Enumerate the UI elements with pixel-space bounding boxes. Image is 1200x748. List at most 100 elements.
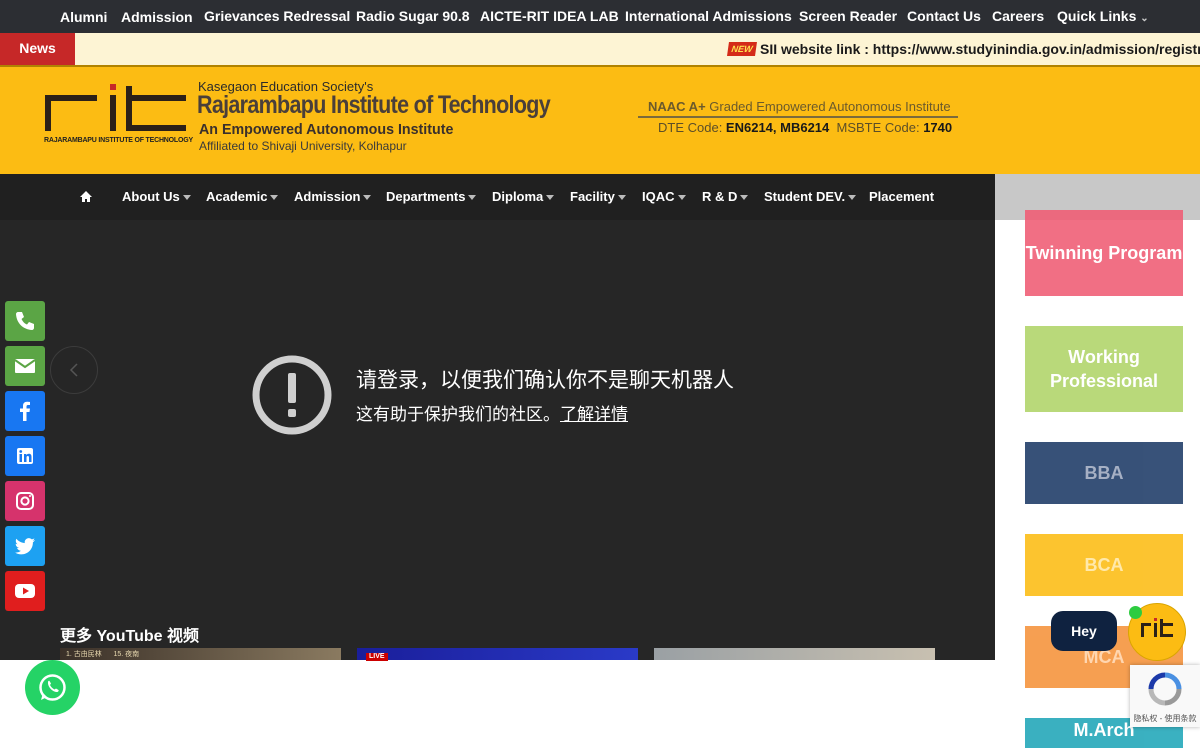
facebook-button[interactable] (5, 391, 45, 431)
whatsapp-button[interactable] (25, 660, 80, 715)
quick-links-label: Quick Links (1057, 8, 1137, 24)
nav-label: Student DEV. (764, 189, 846, 204)
home-icon[interactable] (80, 191, 92, 203)
nav-label: Diploma (492, 189, 544, 204)
top-link-screen-reader[interactable]: Screen Reader (799, 8, 897, 24)
caret-down-icon (468, 195, 477, 201)
twitter-icon (14, 538, 35, 555)
email-button[interactable] (5, 346, 45, 386)
recaptcha-icon (1148, 672, 1182, 706)
naac-rest: Graded Empowered Autonomous Institute (705, 99, 951, 114)
alert-icon (252, 355, 332, 435)
naac-strong: NAAC A+ (648, 99, 706, 114)
institute-tagline: An Empowered Autonomous Institute (199, 121, 454, 138)
site-header: RAJARAMBAPU INSTITUTE OF TECHNOLOGY Kase… (0, 65, 1200, 174)
caret-down-icon (617, 195, 626, 201)
caret-down-icon (740, 195, 749, 201)
live-badge: LIVE (366, 653, 388, 661)
caret-down-icon (270, 195, 279, 201)
top-link-admission[interactable]: Admission (121, 9, 193, 25)
online-status-dot (1129, 606, 1142, 619)
institute-name: Rajarambapu Institute of Technology (197, 91, 551, 119)
nav-student-dev[interactable]: Student DEV. (764, 189, 857, 204)
phone-icon (16, 312, 34, 330)
top-bar: Alumni Admission Grievances Redressal Ra… (0, 0, 1200, 33)
main-nav: About Us Academic Admission Departments … (0, 174, 995, 220)
nav-diploma[interactable]: Diploma (492, 189, 555, 204)
nav-facility[interactable]: Facility (570, 189, 626, 204)
linkedin-icon (17, 448, 33, 464)
caret-down-icon (677, 195, 686, 201)
video-thumbnail[interactable] (654, 648, 935, 660)
program-card-twinning[interactable]: Twinning Program (1025, 210, 1183, 296)
phone-button[interactable] (5, 301, 45, 341)
recaptcha-badge[interactable]: 隐私权 - 使用条款 (1130, 665, 1200, 727)
recaptcha-terms[interactable]: 隐私权 - 使用条款 (1132, 713, 1198, 724)
divider (638, 116, 958, 118)
nav-label: About Us (122, 189, 180, 204)
top-link-radio[interactable]: Radio Sugar 90.8 (356, 8, 470, 24)
thumbnail-caption: 1. 古由民林 15. 夜南 (66, 651, 140, 658)
video-thumbnail[interactable] (357, 648, 638, 660)
learn-more-link[interactable]: 了解详情 (560, 405, 628, 424)
caret-down-icon (848, 195, 857, 201)
caret-down-icon (363, 195, 372, 201)
msbte-value: 1740 (923, 120, 953, 135)
top-link-international[interactable]: International Admissions (625, 8, 792, 24)
chat-greeting[interactable]: Hey (1051, 611, 1117, 651)
caret-down-icon (182, 195, 191, 201)
dte-label: DTE Code: (658, 120, 726, 135)
nav-iqac[interactable]: IQAC (642, 189, 686, 204)
top-link-quick-links[interactable]: Quick Links ⌄ (1057, 8, 1149, 24)
logo-caption: RAJARAMBAPU INSTITUTE OF TECHNOLOGY (44, 137, 193, 144)
top-link-idea-lab[interactable]: AICTE-RIT IDEA LAB (480, 8, 619, 24)
institute-affiliation: Affiliated to Shivaji University, Kolhap… (199, 139, 407, 153)
msbte-label: MSBTE Code: (829, 120, 924, 135)
program-card-working-professional[interactable]: Working Professional (1025, 326, 1183, 412)
program-card-bba[interactable]: BBA (1025, 442, 1183, 504)
chevron-down-icon: ⌄ (1140, 13, 1149, 24)
top-link-careers[interactable]: Careers (992, 8, 1044, 24)
nav-label: Academic (206, 189, 268, 204)
nav-academic[interactable]: Academic (206, 189, 279, 204)
caret-down-icon (546, 195, 555, 201)
nav-placement[interactable]: Placement (869, 189, 934, 204)
nav-label: IQAC (642, 189, 675, 204)
nav-label: Departments (386, 189, 466, 204)
nav-departments[interactable]: Departments (386, 189, 477, 204)
facebook-icon (20, 401, 30, 421)
mail-icon (14, 359, 36, 373)
nav-label: R & D (702, 189, 738, 204)
signin-message: 请登录，以便我们确认你不是聊天机器人 (356, 369, 734, 392)
top-link-grievances[interactable]: Grievances Redressal (204, 8, 350, 24)
youtube-button[interactable] (5, 571, 45, 611)
nav-label: Admission (294, 189, 361, 204)
naac-grade: NAAC A+ Graded Empowered Autonomous Inst… (648, 99, 951, 114)
instagram-button[interactable] (5, 481, 45, 521)
nav-about-us[interactable]: About Us (122, 189, 191, 204)
more-videos-heading: 更多 YouTube 视频 (60, 628, 199, 645)
nav-label: Facility (570, 189, 615, 204)
news-label: News (0, 33, 75, 65)
linkedin-button[interactable] (5, 436, 45, 476)
slider-prev-button[interactable] (50, 346, 98, 394)
institute-codes: DTE Code: EN6214, MB6214 MSBTE Code: 174… (658, 120, 952, 135)
program-card-bca[interactable]: BCA (1025, 534, 1183, 596)
signin-subtext-label: 这有助于保护我们的社区。 (356, 405, 560, 424)
video-embed: 请登录，以便我们确认你不是聊天机器人 这有助于保护我们的社区。了解详情 更多 Y… (0, 220, 995, 661)
nav-admission[interactable]: Admission (294, 189, 372, 204)
youtube-icon (15, 584, 35, 598)
new-badge: NEW (727, 42, 757, 56)
top-link-contact[interactable]: Contact Us (907, 8, 981, 24)
news-ticker: News NEW SII website link : https://www.… (0, 33, 1200, 65)
top-link-alumni[interactable]: Alumni (60, 9, 107, 25)
nav-r-and-d[interactable]: R & D (702, 189, 749, 204)
news-item[interactable]: SII website link : https://www.studyinin… (760, 41, 1200, 57)
dte-value: EN6214, MB6214 (725, 120, 830, 135)
chevron-left-icon (69, 363, 78, 377)
twitter-button[interactable] (5, 526, 45, 566)
video-thumbnail[interactable]: 1. 古由民林 15. 夜南 (60, 648, 341, 660)
whatsapp-icon (39, 674, 66, 701)
instagram-icon (16, 492, 34, 510)
signin-subtext: 这有助于保护我们的社区。了解详情 (356, 400, 628, 425)
